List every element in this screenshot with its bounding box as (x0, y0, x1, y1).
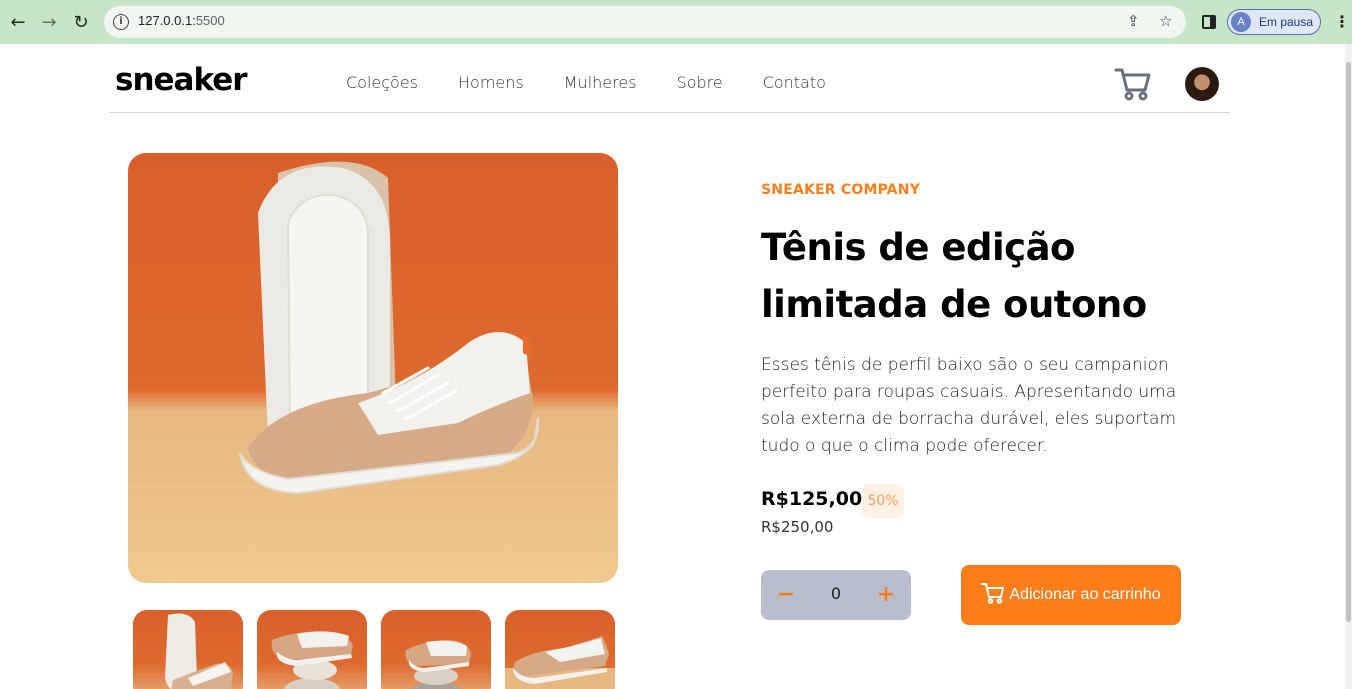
quantity-value: 0 (830, 584, 842, 603)
reload-icon[interactable]: ↻ (69, 10, 93, 34)
nav-item-homens[interactable]: Homens (458, 73, 524, 92)
discount-badge: 50% (862, 484, 904, 518)
nav-item-colecoes[interactable]: Coleções (346, 73, 418, 92)
profile-status: Em pausa (1259, 15, 1314, 29)
back-icon[interactable]: ← (6, 10, 30, 34)
site-header: sneaker Coleções Homens Mulheres Sobre C… (109, 44, 1230, 113)
url-port: 5500 (195, 13, 225, 28)
nav-item-contato[interactable]: Contato (763, 73, 826, 92)
product-title: Tênis de edição limitada de outono (761, 226, 1147, 326)
quantity-stepper: − 0 + (761, 570, 911, 620)
forward-icon[interactable]: → (37, 10, 61, 34)
original-price: R$250,00 (761, 518, 834, 536)
address-bar[interactable]: i 127.0.0.1:5500 ⇪ ☆ (104, 6, 1186, 38)
cart-icon[interactable] (1114, 64, 1152, 102)
browser-menu-icon[interactable]: ⋮ (1334, 12, 1350, 31)
thumbnail-1[interactable] (133, 610, 243, 689)
product-description: Esses tênis de perfil baixo são o seu ca… (761, 355, 1177, 456)
side-panel-icon[interactable] (1202, 15, 1216, 29)
page-scrollbar[interactable] (1345, 44, 1352, 689)
site-info-icon[interactable]: i (113, 14, 129, 30)
add-to-cart-button[interactable]: Adicionar ao carrinho (961, 565, 1181, 625)
thumbnail-strip (133, 610, 615, 689)
thumbnail-3[interactable] (381, 610, 491, 689)
cart-icon-small (981, 581, 1005, 610)
nav-item-mulheres[interactable]: Mulheres (564, 73, 637, 92)
logo[interactable]: sneaker (115, 62, 248, 98)
profile-avatar: A (1231, 12, 1251, 32)
thumbnail-4[interactable] (505, 610, 615, 689)
bookmark-star-icon[interactable]: ☆ (1159, 12, 1172, 30)
profile-button[interactable]: A Em pausa (1227, 9, 1321, 35)
add-to-cart-label: Adicionar ao carrinho (1009, 586, 1161, 603)
minus-icon[interactable]: − (773, 582, 799, 608)
share-icon[interactable]: ⇪ (1127, 12, 1140, 30)
page: sneaker Coleções Homens Mulheres Sobre C… (0, 44, 1345, 689)
user-avatar[interactable] (1185, 67, 1219, 101)
main-nav: Coleções Homens Mulheres Sobre Contato (346, 73, 826, 92)
plus-icon[interactable]: + (873, 582, 899, 608)
thumbnail-2[interactable] (257, 610, 367, 689)
nav-item-sobre[interactable]: Sobre (677, 73, 723, 92)
url-host: 127.0.0.1: (138, 13, 196, 28)
company-label: SNEAKER COMPANY (761, 182, 921, 198)
current-price: R$125,00 (761, 488, 863, 510)
product-main-image[interactable] (128, 153, 618, 583)
browser-toolbar: ← → ↻ i 127.0.0.1:5500 ⇪ ☆ A Em pausa ⋮ (0, 0, 1352, 44)
scrollbar-thumb[interactable] (1346, 62, 1351, 622)
url-text: 127.0.0.1:5500 (138, 13, 225, 28)
